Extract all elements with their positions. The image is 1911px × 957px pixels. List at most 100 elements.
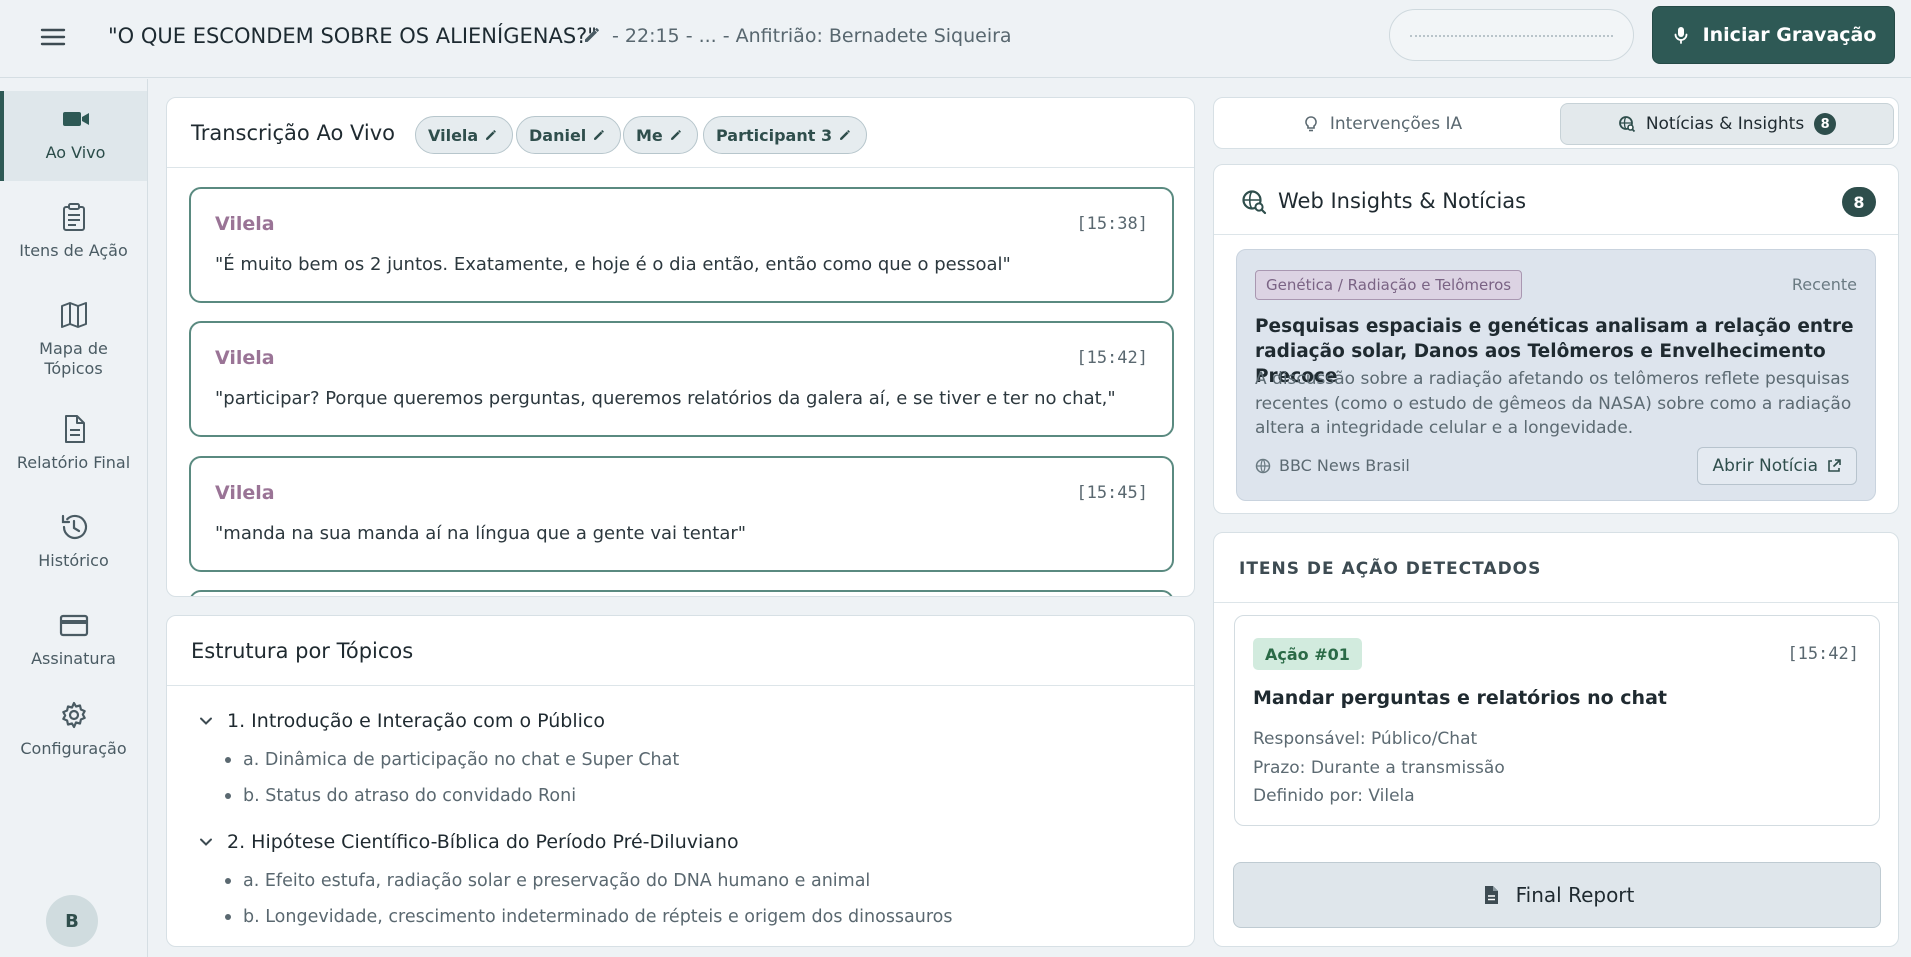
action-deadline: Prazo: Durante a transmissão	[1253, 758, 1505, 778]
document-icon	[1480, 884, 1502, 906]
message-text: "participar? Porque queremos perguntas, …	[215, 388, 1116, 409]
action-items-panel: ITENS DE AÇÃO DETECTADOS Ação #01 [15:42…	[1213, 532, 1899, 947]
topic-item: b. Status do atraso do convidado Roni	[225, 786, 576, 806]
action-item-card: Ação #01 [15:42] Mandar perguntas e rela…	[1234, 615, 1880, 826]
action-timestamp: [15:42]	[1787, 644, 1859, 664]
news-source-label: BBC News Brasil	[1279, 456, 1410, 475]
news-recency: Recente	[1791, 275, 1857, 294]
message-timestamp: [15:38]	[1076, 214, 1148, 234]
message-timestamp: [15:42]	[1076, 348, 1148, 368]
chevron-down-icon	[197, 833, 215, 851]
final-report-button[interactable]: Final Report	[1233, 862, 1881, 928]
topic-section[interactable]: 2. Hipótese Científico-Bíblica do Períod…	[197, 831, 739, 853]
session-meta: - 22:15 - ... - Anfitrião: Bernadete Siq…	[612, 25, 1012, 47]
sidebar-item-label: Histórico	[38, 551, 109, 570]
action-badge: Ação #01	[1253, 638, 1362, 670]
open-news-label: Abrir Notícia	[1712, 456, 1818, 476]
edit-icon	[669, 128, 683, 142]
top-bar: "O QUE ESCONDEM SOBRE OS ALIENÍGENAS?" -…	[0, 0, 1911, 78]
topic-item-label: b. Longevidade, crescimento indeterminad…	[243, 907, 953, 927]
globe-icon	[1255, 458, 1271, 474]
transcript-message: Vilela [15:38] "É muito bem os 2 juntos.…	[189, 187, 1174, 303]
open-news-button[interactable]: Abrir Notícia	[1697, 447, 1857, 485]
sidebar-item-mapa-de-topicos[interactable]: Mapa de Tópicos	[0, 287, 147, 387]
transcript-header: Transcrição Ao Vivo Vilela Daniel Me Par…	[167, 98, 1194, 168]
message-text: "É muito bem os 2 juntos. Exatamente, e …	[215, 254, 1011, 275]
topic-item-label: b. Status do atraso do convidado Roni	[243, 786, 577, 806]
transcript-message-partial	[189, 590, 1174, 596]
external-link-icon	[1826, 458, 1842, 474]
news-summary: A discussão sobre a radiação afetando os…	[1255, 369, 1852, 438]
message-text: "manda na sua manda aí na língua que a g…	[215, 523, 747, 544]
topic-section-label: 1. Introdução e Interação com o Público	[227, 710, 605, 732]
action-items-title: ITENS DE AÇÃO DETECTADOS	[1239, 559, 1542, 579]
news-category-tag: Genética / Radiação e Telômeros	[1255, 270, 1523, 300]
final-report-label: Final Report	[1515, 883, 1635, 907]
credit-card-icon	[58, 609, 90, 641]
microphone-icon	[1671, 25, 1691, 45]
bullet	[225, 878, 231, 884]
topic-section-label: 2. Hipótese Científico-Bíblica do Períod…	[227, 831, 739, 853]
map-icon	[58, 299, 90, 331]
sidebar-item-label: Mapa de Tópicos	[39, 339, 108, 378]
avatar[interactable]: B	[46, 895, 98, 947]
topic-item-label: a. Dinâmica de participação no chat e Su…	[243, 750, 680, 770]
sidebar-item-label: Itens de Ação	[19, 241, 128, 260]
insights-header: Web Insights & Notícias 8	[1214, 165, 1898, 235]
globe-search-icon	[1618, 115, 1636, 133]
sidebar-item-label: Assinatura	[31, 649, 116, 668]
participant-chip[interactable]: Vilela	[415, 116, 514, 154]
web-insights-panel: Web Insights & Notícias 8 Genética / Rad…	[1213, 164, 1899, 514]
topic-item-label: a. Efeito estufa, radiação solar e prese…	[243, 871, 871, 891]
message-speaker: Vilela	[215, 347, 275, 369]
sidebar: Ao Vivo Itens de Ação Mapa de Tópicos Re…	[0, 79, 148, 957]
insights-count-badge: 8	[1842, 187, 1876, 217]
news-count-badge: 8	[1814, 113, 1837, 135]
start-recording-label: Iniciar Gravação	[1702, 24, 1877, 46]
edit-icon	[484, 128, 498, 142]
participant-name: Vilela	[428, 125, 479, 145]
topic-section[interactable]: 1. Introdução e Interação com o Público	[197, 710, 605, 732]
sidebar-item-label: Ao Vivo	[45, 143, 106, 162]
participant-chip[interactable]: Me	[623, 116, 698, 154]
action-defined-by: Definido por: Vilela	[1253, 786, 1415, 806]
bullet	[225, 757, 231, 763]
transcript-message: Vilela [15:42] "participar? Porque quere…	[189, 321, 1174, 437]
history-icon	[58, 511, 90, 543]
participant-name: Participant 3	[716, 125, 833, 145]
gear-icon	[58, 699, 90, 731]
participant-chip[interactable]: Participant 3	[703, 116, 868, 154]
participant-chip[interactable]: Daniel	[516, 116, 622, 154]
topics-header: Estrutura por Tópicos	[167, 616, 1194, 686]
participant-name: Me	[636, 125, 663, 145]
start-recording-button[interactable]: Iniciar Gravação	[1652, 6, 1895, 64]
sidebar-item-assinatura[interactable]: Assinatura	[0, 597, 147, 687]
sidebar-item-itens-de-acao[interactable]: Itens de Ação	[0, 189, 147, 279]
sidebar-item-configuracao[interactable]: Configuração	[0, 687, 147, 777]
topic-item: a. Efeito estufa, radiação solar e prese…	[225, 871, 870, 891]
topics-panel: Estrutura por Tópicos 1. Introdução e In…	[166, 615, 1195, 947]
tab-label: Notícias & Insights	[1645, 114, 1805, 134]
sidebar-item-label: Configuração	[20, 739, 127, 758]
transcript-title: Transcrição Ao Vivo	[191, 121, 395, 145]
menu-icon[interactable]	[38, 22, 68, 52]
bullet	[225, 914, 231, 920]
action-items-header: ITENS DE AÇÃO DETECTADOS	[1214, 533, 1898, 603]
document-icon	[58, 413, 90, 445]
session-title: "O QUE ESCONDEM SOBRE OS ALIENÍGENAS?"	[108, 24, 597, 48]
edit-icon	[838, 128, 852, 142]
sidebar-item-relatorio-final[interactable]: Relatório Final	[0, 401, 147, 491]
clipboard-icon	[58, 201, 90, 233]
tab-intervencoes-ia[interactable]: Intervenções IA	[1220, 103, 1544, 145]
news-card: Genética / Radiação e Telômeros Recente …	[1236, 249, 1876, 501]
sidebar-item-label: Relatório Final	[16, 453, 131, 472]
insights-title: Web Insights & Notícias	[1278, 189, 1527, 213]
news-source: BBC News Brasil	[1255, 456, 1410, 475]
message-timestamp: [15:45]	[1076, 483, 1148, 503]
sidebar-item-historico[interactable]: Histórico	[0, 499, 147, 589]
right-panel-tabs: Intervenções IA Notícias & Insights 8	[1213, 97, 1899, 149]
globe-search-icon	[1241, 189, 1267, 215]
sidebar-item-ao-vivo[interactable]: Ao Vivo	[0, 91, 147, 181]
edit-title-icon[interactable]	[582, 25, 602, 45]
tab-noticias-insights[interactable]: Notícias & Insights 8	[1560, 103, 1894, 145]
